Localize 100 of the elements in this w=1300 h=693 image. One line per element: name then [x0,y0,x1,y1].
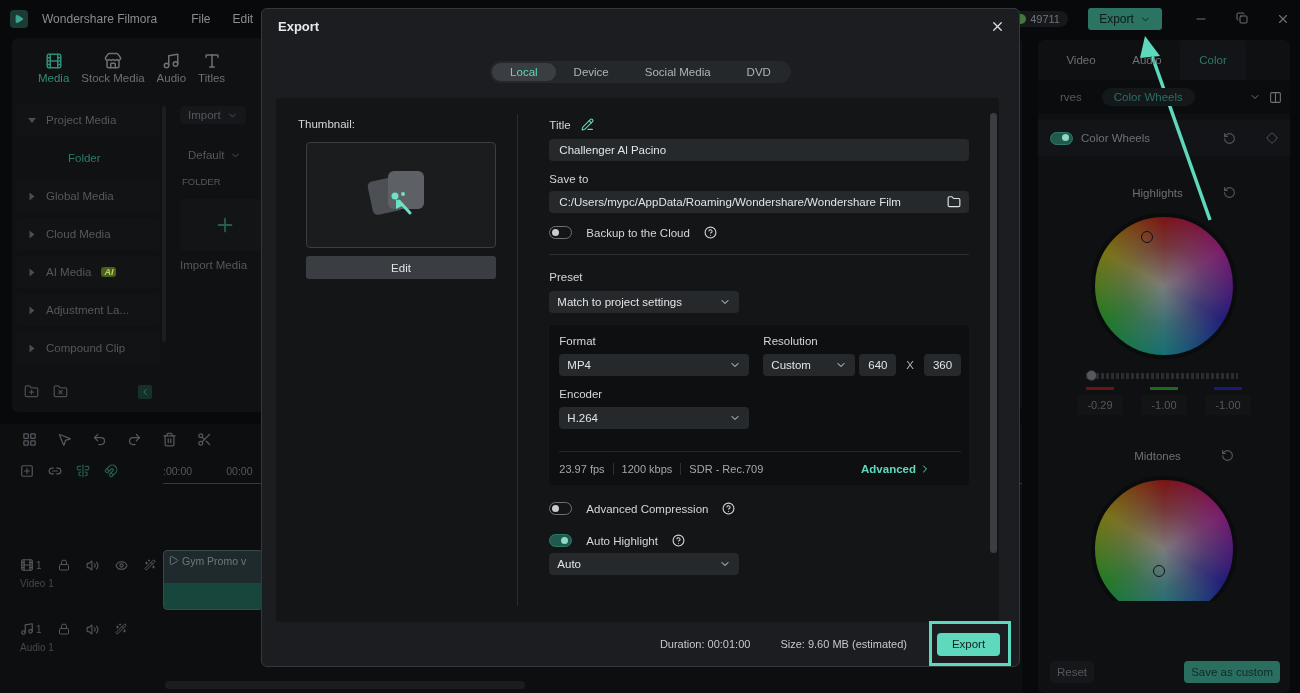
help-icon[interactable] [722,502,736,515]
sub-tab[interactable]: Color Wheels [1101,88,1195,106]
media-tab[interactable]: Media [34,52,74,98]
save-custom-button[interactable]: Save as custom [1184,661,1280,683]
export-button[interactable]: Export [937,632,1000,656]
redo-icon[interactable] [127,431,142,447]
value-field[interactable]: -1.00 [1142,395,1186,415]
panel-tab[interactable]: Color [1180,40,1246,80]
dialog-title: Export [278,18,320,34]
slider-track[interactable] [1086,373,1238,379]
lock-icon[interactable] [57,559,70,571]
media-tab[interactable]: Audio [152,52,191,98]
wheel-label: Highlights [1132,186,1183,199]
video-clip[interactable]: Gym Promo v [163,550,263,610]
value-field[interactable]: -1.00 [1206,395,1250,415]
export-button[interactable]: Export [1088,8,1162,30]
keyframe-icon[interactable] [1266,132,1278,144]
volume-icon[interactable] [85,622,99,636]
undo-icon[interactable] [92,431,107,447]
field-label: Format [559,335,597,347]
panel-tab[interactable]: Video [1048,40,1114,80]
track-number: 1 [36,623,42,635]
chevron-icon [140,386,150,397]
toggle-switch[interactable] [549,534,573,547]
ai-badge: AI [101,267,117,277]
ai-pencil-icon[interactable] [580,118,594,131]
highlight-select[interactable]: Auto [549,553,740,575]
reset-icon[interactable] [1220,449,1234,462]
export-tab[interactable]: Social Media [626,63,729,81]
advanced-link[interactable]: Advanced [861,462,931,475]
reset-icon[interactable] [1222,186,1236,199]
lock-icon[interactable] [57,623,70,635]
export-tab[interactable]: DVD [728,63,789,81]
music-icon [162,52,181,70]
tile-label: Import Media [180,259,248,271]
volume-icon[interactable] [85,558,99,572]
media-tab[interactable]: Titles [194,52,230,98]
section-heading: FOLDER [182,176,221,187]
thumbnail-preview[interactable] [306,142,496,248]
height-field[interactable]: 360 [924,354,961,376]
field-label: Encoder [559,388,604,400]
delete-icon[interactable] [162,431,177,447]
track-number: 1 [36,559,42,571]
wand-icon[interactable] [114,623,127,635]
app-title: Wondershare Filmora [42,12,158,26]
pointer-icon[interactable] [57,431,72,447]
folder-icon[interactable] [947,195,961,209]
encoder-select[interactable]: H.264 [559,407,750,429]
sidebar-item[interactable]: Folder [16,142,160,174]
media-tab[interactable]: Stock Media [77,52,149,98]
spec-text: 23.97 fps [559,462,606,475]
export-tab[interactable]: Device [555,63,627,81]
title-field[interactable]: Challenger Al Pacino [549,139,969,161]
help-icon[interactable] [671,534,685,547]
export-tab[interactable]: Local [492,63,556,81]
store-icon [103,52,122,70]
collapse-button[interactable] [138,384,152,399]
sort-dropdown[interactable]: Default [180,146,250,164]
field-label: Thumbnail: [298,118,356,130]
size-text: Size: 9.60 MB (estimated) [780,638,907,650]
time-label: 00:00 [226,464,253,477]
edit-button[interactable]: Edit [306,256,496,279]
spec-text: 1200 kbps [612,462,681,475]
channel-bar [1214,387,1242,390]
import-dropdown[interactable]: Import [180,106,246,124]
add-track-icon[interactable] [20,464,34,478]
duration-text: Duration: 00:01:00 [659,638,751,650]
scrollbar[interactable] [990,113,997,553]
magnet-icon[interactable] [104,464,118,478]
value-field[interactable]: -0.29 [1078,395,1122,415]
toggle-label: Backup to the Cloud [586,226,690,239]
width-field[interactable]: 640 [859,354,897,376]
restore-icon[interactable] [1236,12,1248,24]
resolution-select[interactable]: Custom [763,354,856,376]
toggle-switch[interactable] [1050,131,1073,145]
layout-icon[interactable] [22,431,37,447]
align-icon[interactable] [76,464,90,478]
link-icon[interactable] [48,464,62,478]
menu-item[interactable]: Edit [232,12,254,26]
menu-item[interactable]: File [191,12,211,26]
help-icon[interactable] [703,226,717,239]
sub-tab[interactable]: rves [1048,88,1094,106]
new-folder-icon[interactable] [24,384,39,399]
toggle-label: Color Wheels [1081,132,1151,144]
scissors-icon[interactable] [197,431,212,447]
format-select[interactable]: MP4 [559,354,750,376]
slider-thumb[interactable] [1086,370,1097,381]
clip-title: Gym Promo v [182,555,247,567]
eye-icon[interactable] [114,558,128,572]
compare-icon[interactable] [1269,90,1282,104]
toggle-label: Advanced Compression [586,502,709,515]
film-icon [44,52,63,70]
delete-folder-icon[interactable] [53,384,68,399]
save-path-field[interactable]: C:/Users/mypc/AppData/Roaming/Wondershare/Wondershare Film [549,191,969,213]
wand-icon[interactable] [143,559,156,571]
channel-bar [1150,387,1178,390]
field-label: Save to [549,173,590,185]
reset-icon[interactable] [1223,131,1236,145]
reset-button[interactable]: Reset [1050,661,1095,683]
preset-select[interactable]: Match to project settings [549,291,740,313]
